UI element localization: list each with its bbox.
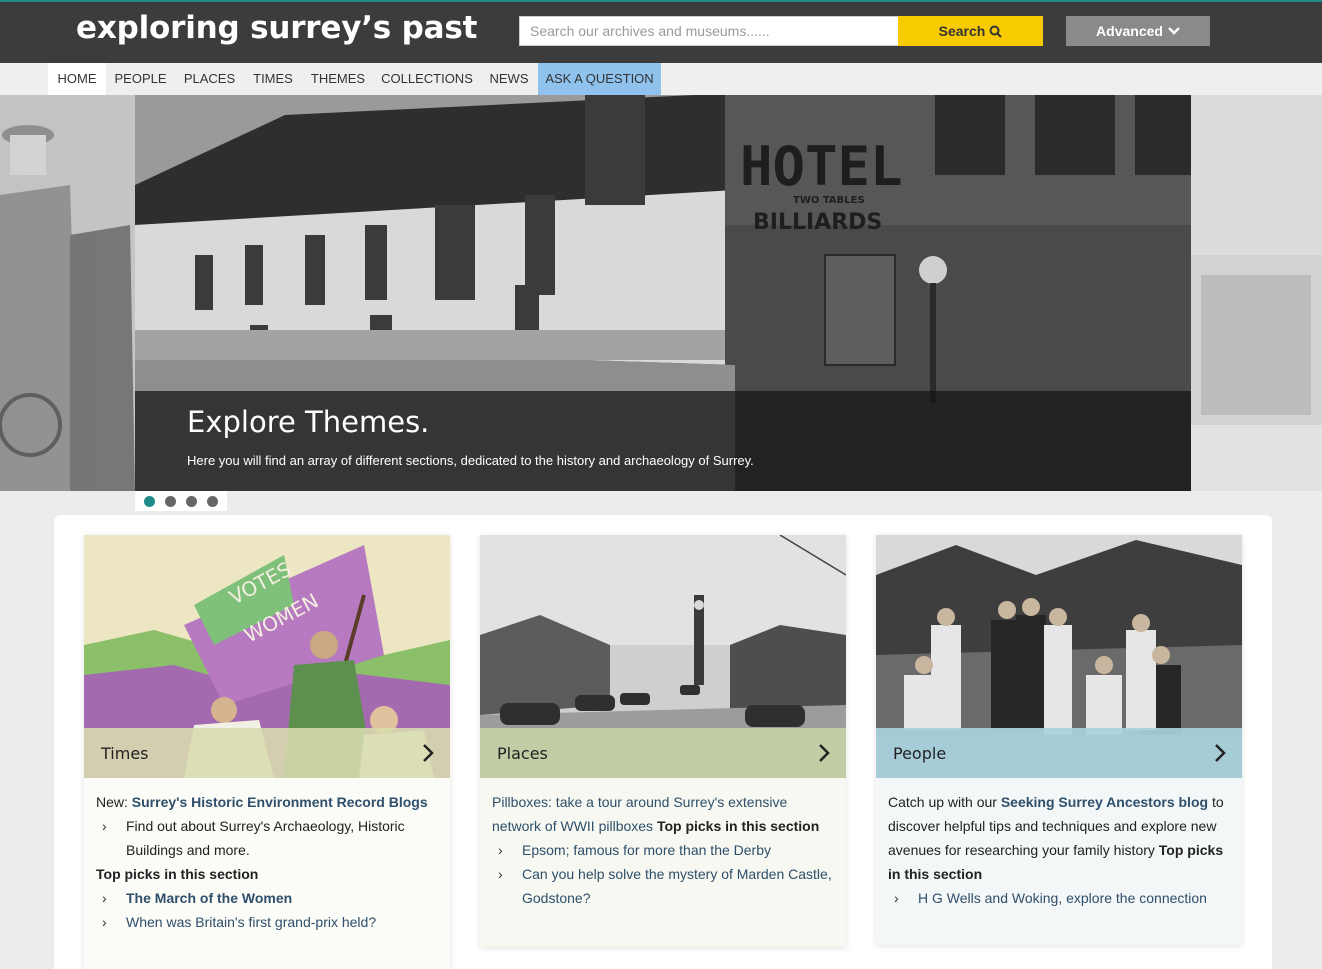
nav-news[interactable]: NEWS <box>480 63 538 95</box>
hero-title: Explore Themes. <box>187 405 430 439</box>
times-item-3: When was Britain's first grand-prix held… <box>126 914 377 930</box>
billiards-sign: BILLIARDS <box>753 210 882 235</box>
chevron-right-icon: › <box>498 866 503 882</box>
hotel-sign: HOTEL <box>740 135 903 198</box>
places-item-2: Can you help solve the mystery of Marden… <box>522 866 832 906</box>
times-item-2: The March of the Women <box>126 890 293 906</box>
list-item[interactable]: › When was Britain's first grand-prix hel… <box>96 910 438 934</box>
chevron-down-icon <box>1168 27 1180 35</box>
places-top-picks-heading: Top picks in this section <box>656 818 820 834</box>
search-button-label: Search <box>938 23 986 39</box>
card-people-title: People <box>893 743 947 763</box>
chevron-right-icon <box>819 744 830 762</box>
nav-times[interactable]: TIMES <box>244 63 302 95</box>
card-times-body: New: Surrey's Historic Environment Recor… <box>84 778 450 944</box>
people-item-1: H G Wells and Woking, explore the connec… <box>918 890 1207 906</box>
chevron-right-icon <box>423 744 434 762</box>
list-item[interactable]: › H G Wells and Woking, explore the conne… <box>888 886 1230 910</box>
times-intro: New: <box>96 794 132 810</box>
nav-collections[interactable]: COLLECTIONS <box>374 63 480 95</box>
hero-next-slide-image[interactable] <box>1191 95 1322 491</box>
site-logo[interactable]: exploring surrey’s past <box>76 10 477 46</box>
card-times-image[interactable]: VOTES WOMEN Times <box>84 535 450 778</box>
search-button[interactable]: Search <box>898 16 1043 46</box>
hero-subtitle: Here you will find an array of different… <box>187 453 754 468</box>
hero-prev-slide-image[interactable] <box>0 95 135 491</box>
slider-dot-4[interactable] <box>207 495 218 507</box>
card-times-title: Times <box>101 743 149 763</box>
top-bar: exploring surrey’s past Search Advanced <box>0 0 1322 63</box>
chevron-right-icon <box>1215 744 1226 762</box>
advanced-search-button[interactable]: Advanced <box>1066 16 1210 46</box>
main-nav: HOME PEOPLE PLACES TIMES THEMES COLLECTI… <box>0 63 1322 95</box>
chevron-right-icon: › <box>894 890 899 906</box>
nav-places[interactable]: PLACES <box>175 63 244 95</box>
hero-caption: Explore Themes. Here you will find an ar… <box>135 391 1191 491</box>
places-item-1: Epsom; famous for more than the Derby <box>522 842 771 858</box>
slider-dot-3[interactable] <box>186 495 197 507</box>
card-places-label[interactable]: Places <box>480 728 846 778</box>
card-people: People Catch up with our Seeking Surrey … <box>876 535 1242 945</box>
hero-slide-image[interactable]: HOTEL TWO TABLES BILLIARDS Explore Theme… <box>135 95 1191 491</box>
chevron-right-icon: › <box>102 890 107 906</box>
chevron-right-icon: › <box>102 818 107 834</box>
card-places-body: Pillboxes: take a tour around Surrey's e… <box>480 778 846 920</box>
card-people-body: Catch up with our Seeking Surrey Ancesto… <box>876 778 1242 920</box>
nav-home[interactable]: HOME <box>48 63 106 95</box>
slider-dot-2[interactable] <box>165 495 176 507</box>
people-blog-link[interactable]: Seeking Surrey Ancestors blog <box>1001 794 1208 810</box>
slider-dot-1[interactable] <box>144 495 155 507</box>
list-item[interactable]: › Find out about Surrey's Archaeology, Hi… <box>96 814 438 862</box>
card-places: Places Pillboxes: take a tour around Sur… <box>480 535 846 947</box>
two-tables-sign: TWO TABLES <box>793 195 865 206</box>
times-top-picks-heading: Top picks in this section <box>96 866 259 882</box>
slider-dots <box>135 491 227 511</box>
times-blog-link[interactable]: Surrey's Historic Environment Record Blo… <box>132 794 428 810</box>
search-icon <box>989 25 1003 38</box>
people-intro-a: Catch up with our <box>888 794 1001 810</box>
card-people-image[interactable]: People <box>876 535 1242 778</box>
chevron-right-icon: › <box>102 914 107 930</box>
search-input[interactable] <box>519 16 899 46</box>
card-places-title: Places <box>497 743 548 763</box>
nav-people[interactable]: PEOPLE <box>106 63 175 95</box>
nav-ask-a-question[interactable]: ASK A QUESTION <box>538 63 661 95</box>
card-places-image[interactable]: Places <box>480 535 846 778</box>
hero-slider: HOTEL TWO TABLES BILLIARDS Explore Theme… <box>0 95 1322 491</box>
chevron-right-icon: › <box>498 842 503 858</box>
list-item[interactable]: › Epsom; famous for more than the Derby <box>492 838 834 862</box>
list-item[interactable]: › The March of the Women <box>96 886 438 910</box>
advanced-label: Advanced <box>1096 23 1163 39</box>
times-item-1: Find out about Surrey's Archaeology, His… <box>126 818 405 858</box>
nav-themes[interactable]: THEMES <box>302 63 374 95</box>
card-times: VOTES WOMEN Times New: Surrey's Historic… <box>84 535 450 969</box>
list-item[interactable]: › Can you help solve the mystery of Marde… <box>492 862 834 910</box>
card-times-label[interactable]: Times <box>84 728 450 778</box>
card-people-label[interactable]: People <box>876 728 1242 778</box>
